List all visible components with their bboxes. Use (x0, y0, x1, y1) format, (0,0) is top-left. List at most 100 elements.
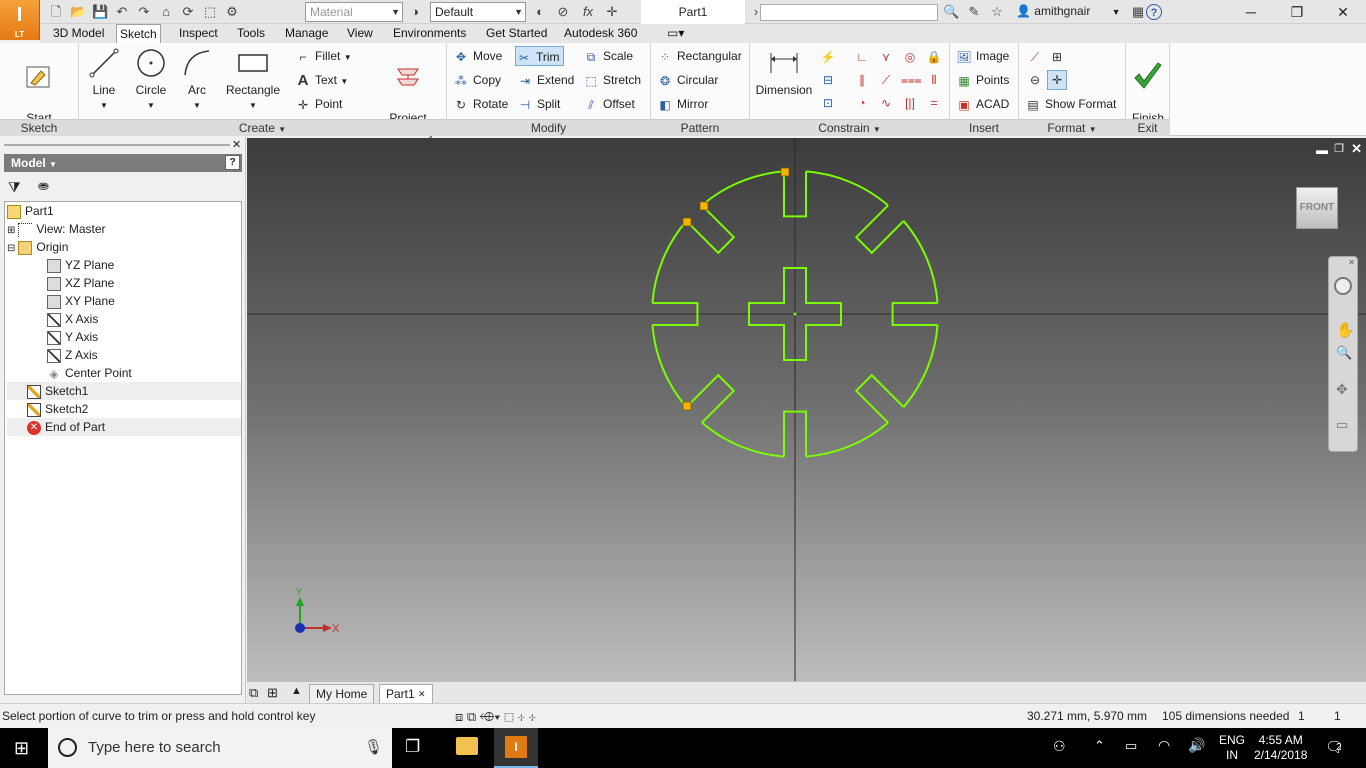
tab-tools[interactable]: Tools (234, 24, 268, 43)
horizontal-icon[interactable]: ⩶ (900, 70, 922, 90)
fx-icon[interactable]: fx (580, 4, 596, 20)
tab-sketch[interactable]: Sketch (116, 24, 161, 43)
sketch-arc-segment[interactable] (701, 421, 785, 458)
steering-wheel-icon[interactable] (1334, 277, 1352, 295)
constraint-settings-icon[interactable]: ⊟ (818, 70, 838, 90)
mirror-button[interactable]: ◧ Mirror (657, 94, 708, 114)
taskbar-clock[interactable]: 4:55 AM 2/14/2018 (1254, 733, 1307, 763)
concentric-icon[interactable]: ◎ (900, 47, 920, 67)
input-language[interactable]: ENG IN (1219, 733, 1245, 763)
tree-node-origin[interactable]: ⊟ Origin (7, 238, 68, 256)
favorites-star-icon[interactable]: ☆ (989, 4, 1005, 20)
task-view-icon[interactable]: ❐ (405, 737, 420, 757)
graphics-window[interactable]: X Y ▬ ❐ ✕ FRONT ✕ ✋ 🔍 ✥ ▭ (247, 138, 1366, 681)
pan-hand-icon[interactable]: ✋ (1336, 321, 1355, 339)
taskbar-search-box[interactable]: Type here to search 🎙 (48, 728, 392, 768)
sketch-endpoint-handle[interactable] (699, 201, 709, 211)
offset-button[interactable]: ⫽ Offset (583, 94, 634, 114)
equal-icon[interactable]: = (924, 93, 944, 113)
chevron-up-icon[interactable]: ⌃ (1094, 738, 1105, 754)
people-icon[interactable]: ⚇ (1053, 738, 1066, 755)
doc-tab-my-home[interactable]: My Home (309, 684, 375, 704)
filter-icon[interactable]: ⧩ (8, 179, 21, 196)
vertical-icon[interactable]: ⦀ (924, 70, 944, 90)
circle-button[interactable]: Circle ▼ (133, 47, 169, 113)
close-panel-icon[interactable]: ✕ (232, 138, 241, 151)
help-icon[interactable]: ? (225, 155, 240, 170)
trim-button[interactable]: ✂ Trim (515, 46, 564, 66)
show-format-button[interactable]: ▤ Show Format (1025, 94, 1116, 114)
collinear-icon[interactable]: ⟋ (876, 70, 896, 90)
volume-icon[interactable]: 🔊 (1188, 737, 1205, 754)
viewport-minimize-icon[interactable]: ▬ (1316, 143, 1328, 157)
sketch-arc-segment[interactable] (902, 324, 939, 408)
acad-button[interactable]: ▣ ACAD (956, 94, 1009, 114)
adjust-icon[interactable]: ◐ (532, 4, 548, 20)
dimension-display-icon[interactable]: ⊞ (1047, 47, 1067, 67)
arc-button[interactable]: Arc ▼ (179, 47, 215, 113)
split-button[interactable]: ⊣ Split (517, 94, 561, 114)
search-icon[interactable]: 🔍 (943, 4, 959, 20)
tab-autodesk-360[interactable]: Autodesk 360 (561, 24, 640, 43)
status-tools-icons[interactable]: ⧈ ⧉ ⬲▾ ⬚ ⊹ ⊹ (455, 704, 536, 729)
centerline-icon[interactable]: ⊖ (1025, 70, 1045, 90)
perpendicular-icon[interactable]: ∟ (852, 47, 872, 67)
open-icon[interactable]: 📂 (70, 4, 86, 20)
tree-node-view-master[interactable]: ⊞ View: Master (7, 220, 106, 238)
redo-icon[interactable]: ↷ (136, 4, 152, 20)
ribbon-toggle-icon[interactable]: ▭▾ (664, 24, 687, 43)
close-button[interactable]: ✕ (1320, 0, 1366, 24)
center-point-toggle-icon[interactable]: ✛ (1047, 70, 1067, 90)
close-icon[interactable]: ✕ (1348, 258, 1355, 267)
sketch-endpoint-handle[interactable] (682, 401, 692, 411)
tree-node-z-axis[interactable]: Z Axis (47, 346, 98, 364)
tree-node-part1[interactable]: Part1 (7, 202, 54, 220)
scale-button[interactable]: ⧉ Scale (583, 46, 633, 66)
rectangle-button[interactable]: Rectangle ▼ (225, 47, 281, 113)
taskbar-inventor-app[interactable]: I (494, 728, 538, 768)
tab-3d-model[interactable]: 3D Model (50, 24, 107, 43)
sketch-center-point[interactable] (793, 312, 797, 316)
sketch-endpoint-handle[interactable] (682, 217, 692, 227)
tab-manage[interactable]: Manage (282, 24, 331, 43)
tile-windows-icon[interactable]: ⊞ (267, 685, 278, 701)
line-button[interactable]: Line ▼ (87, 47, 121, 113)
sketch-arc-segment[interactable] (651, 220, 688, 304)
document-menu-icon[interactable]: ▲ (291, 685, 302, 697)
exchange-icon[interactable]: ▦ (1130, 4, 1146, 20)
create-group-label[interactable]: Create ▼ (79, 119, 446, 136)
collapse-minus-icon[interactable]: ⊟ (7, 243, 15, 254)
material-combo[interactable]: Material ▼ (305, 2, 403, 22)
format-group-label[interactable]: Format ▼ (1019, 119, 1125, 136)
fillet-button[interactable]: ⌐ Fillet ▼ (295, 46, 351, 66)
tree-node-xy-plane[interactable]: XY Plane (47, 292, 115, 310)
settings-icon[interactable]: ⚙ (224, 4, 240, 20)
dimension-button[interactable]: Dimension (754, 47, 814, 97)
microphone-icon[interactable]: 🎙 (364, 728, 383, 768)
tree-node-sketch1[interactable]: Sketch1 (7, 382, 241, 400)
subscription-icon[interactable]: ✎ (966, 4, 982, 20)
browser-header[interactable]: Model ▼ (4, 154, 242, 172)
add-icon[interactable]: ✛ (604, 4, 620, 20)
tree-node-end-of-part[interactable]: ✕ End of Part (7, 418, 241, 436)
undo-icon[interactable]: ↶ (114, 4, 130, 20)
tab-inspect[interactable]: Inspect (176, 24, 221, 43)
rectangular-pattern-button[interactable]: ⁘ Rectangular (657, 46, 742, 66)
cascade-windows-icon[interactable]: ⧉ (249, 685, 258, 701)
extend-button[interactable]: ⇥ Extend (517, 70, 574, 90)
fix-lock-icon[interactable]: 🔒 (924, 47, 944, 67)
viewport-restore-icon[interactable]: ❐ (1334, 142, 1344, 155)
constrain-group-label[interactable]: Constrain ▼ (750, 119, 949, 136)
home-icon[interactable]: ⌂ (158, 4, 174, 20)
tree-node-yz-plane[interactable]: YZ Plane (47, 256, 114, 274)
clear-appearance-icon[interactable]: ⊘ (555, 4, 571, 20)
tangent-icon[interactable]: ◔ (852, 93, 872, 113)
tab-view[interactable]: View (344, 24, 376, 43)
point-button[interactable]: ✛ Point (295, 94, 342, 114)
windows-start-icon[interactable]: ⊞ (14, 738, 29, 759)
sketch-endpoint-handle[interactable] (780, 167, 790, 177)
viewport-close-icon[interactable]: ✕ (1351, 141, 1362, 157)
zoom-icon[interactable]: 🔍 (1336, 345, 1352, 361)
help-icon[interactable]: ? (1146, 4, 1162, 20)
tab-environments[interactable]: Environments (390, 24, 469, 43)
